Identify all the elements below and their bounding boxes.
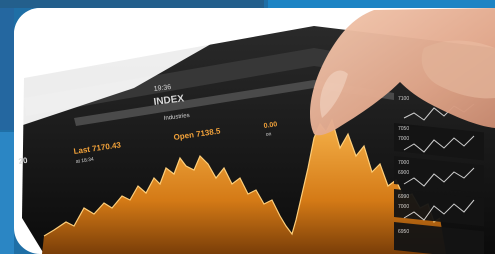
mini-label-7: 7000 [398,204,409,210]
top-right-tile [268,0,495,8]
change-sub: on [265,131,272,138]
mini-label-5: 6900 [398,170,409,176]
mini-label-2: 7050 [398,126,409,132]
mini-label-4: 7000 [398,160,409,166]
mini-label-3: 7000 [398,136,409,142]
photo-card: 19:36 INDEX Industries 20 Last 7170.43 a… [14,8,495,254]
tablet-stock-chart-photo: 19:36 INDEX Industries 20 Last 7170.43 a… [14,8,495,254]
left-lower-tile [0,132,14,254]
ticker-left: 20 [18,156,29,166]
mini-label-8: 6950 [398,229,409,235]
top-left-tile [0,0,264,8]
left-upper-tile [0,8,14,130]
mini-label-1: 7100 [398,96,409,102]
mini-label-6: 6990 [398,194,409,200]
